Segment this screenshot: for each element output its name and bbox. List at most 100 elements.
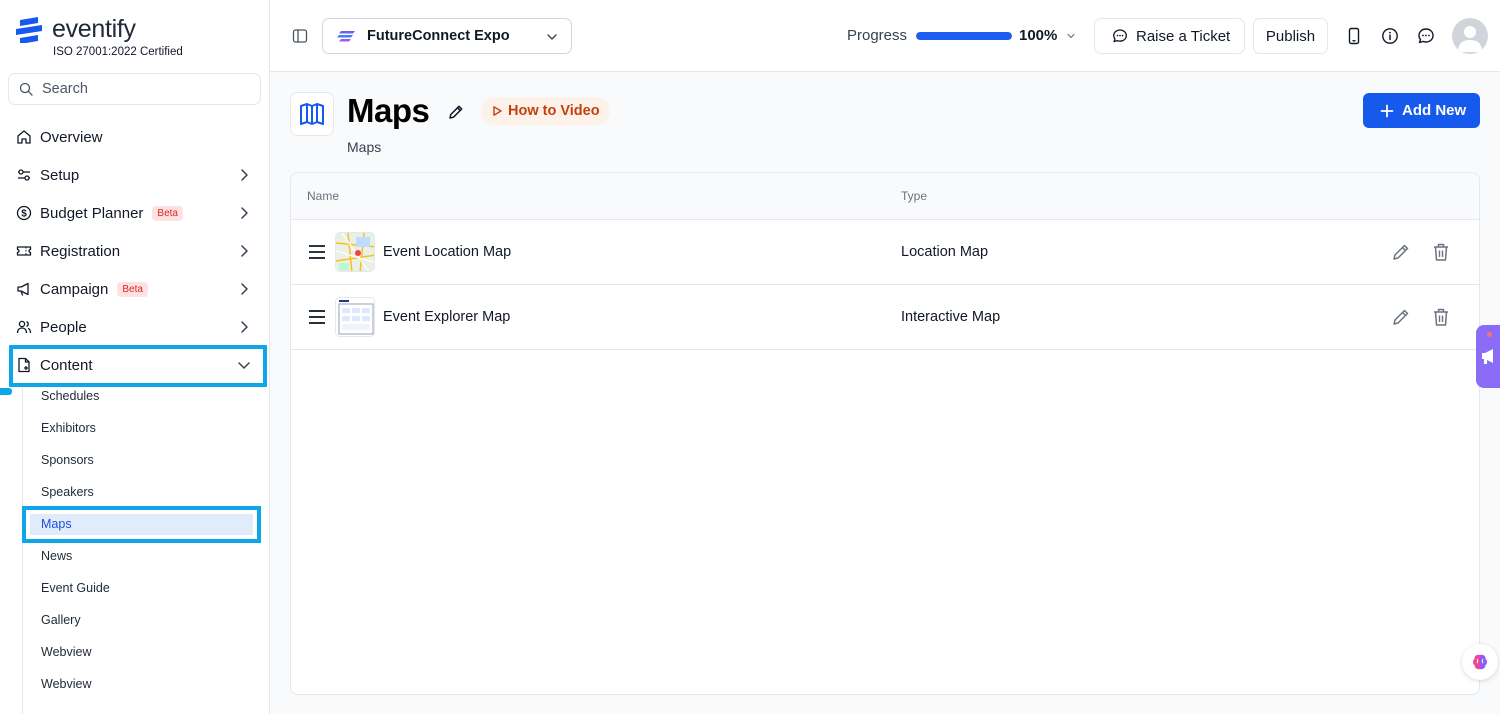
eventify-logo-icon xyxy=(16,16,42,43)
chevron-right-icon xyxy=(241,169,248,181)
breadcrumb: Maps xyxy=(347,139,382,155)
beta-badge: Beta xyxy=(152,205,183,221)
sidebar-item-setup[interactable]: Setup xyxy=(16,160,256,190)
certification-label: ISO 27001:2022 Certified xyxy=(53,46,183,58)
table-row[interactable]: Event Explorer Map Interactive Map xyxy=(291,285,1479,350)
sidebar-item-registration[interactable]: Registration xyxy=(16,236,256,266)
sidebar-item-label: Campaign xyxy=(40,280,109,298)
map-thumbnail xyxy=(335,297,375,337)
messages-icon[interactable] xyxy=(1417,27,1435,45)
drag-handle-icon[interactable] xyxy=(308,244,326,260)
trash-icon[interactable] xyxy=(1432,242,1450,262)
add-new-button[interactable]: Add New xyxy=(1363,93,1480,128)
page-icon xyxy=(290,92,334,136)
sidebar-item-label: Overview xyxy=(40,128,103,146)
megaphone-icon xyxy=(17,282,29,296)
pencil-icon[interactable] xyxy=(447,103,465,121)
chat-bubble-icon xyxy=(1113,29,1127,43)
topbar: FutureConnect Expo Progress 100% Raise a… xyxy=(270,0,1500,72)
progress-value: 100% xyxy=(1019,27,1058,44)
user-icon xyxy=(1458,26,1482,52)
sidebar-subitem-schedules[interactable]: Schedules xyxy=(41,389,99,403)
chevron-down-icon xyxy=(238,362,250,369)
progress-label: Progress xyxy=(847,27,908,44)
add-new-label: Add New xyxy=(1402,102,1467,119)
sidebar-item-label: Registration xyxy=(40,242,121,260)
main-content: Maps How to Video Maps Add New Name Type xyxy=(270,72,1500,714)
column-header-type: Type xyxy=(901,189,928,203)
sidebar-toggle-icon[interactable] xyxy=(292,28,308,44)
sliders-icon xyxy=(18,169,30,181)
map-icon xyxy=(300,103,324,125)
sidebar-subitem-sponsors[interactable]: Sponsors xyxy=(41,453,94,467)
plus-icon xyxy=(1380,104,1394,117)
home-icon xyxy=(17,130,31,144)
event-logo-icon xyxy=(337,31,355,42)
search-box[interactable] xyxy=(8,73,261,105)
sidebar-subitem-webview[interactable]: Webview xyxy=(41,677,91,691)
play-icon xyxy=(493,106,502,116)
sidebar-item-label: Setup xyxy=(40,166,80,184)
search-icon xyxy=(19,82,33,96)
page-title: Maps xyxy=(347,92,430,129)
map-name: Event Explorer Map xyxy=(383,309,511,325)
ai-assistant-button[interactable] xyxy=(1462,644,1498,680)
raise-ticket-button[interactable]: Raise a Ticket xyxy=(1094,18,1245,54)
submenu-divider xyxy=(22,388,23,714)
sidebar-item-campaign[interactable]: Campaign Beta xyxy=(16,274,256,304)
sidebar-item-content[interactable]: Content xyxy=(16,350,256,380)
floor-plan-thumbnail-image xyxy=(336,298,374,336)
trash-icon[interactable] xyxy=(1432,307,1450,327)
info-icon[interactable] xyxy=(1381,27,1399,45)
how-to-video-label: How to Video xyxy=(508,103,600,119)
chevron-right-icon xyxy=(241,207,248,219)
publish-button[interactable]: Publish xyxy=(1253,18,1328,54)
map-thumbnail xyxy=(335,232,375,272)
brain-icon xyxy=(1473,654,1487,670)
column-header-name: Name xyxy=(307,189,340,203)
map-type: Location Map xyxy=(901,244,989,260)
progress-fill xyxy=(916,32,1012,40)
sidebar-item-people[interactable]: People xyxy=(16,312,256,342)
sidebar-item-budget-planner[interactable]: $ Budget Planner Beta xyxy=(16,198,256,228)
svg-text:$: $ xyxy=(21,209,27,220)
sidebar-subitem-news[interactable]: News xyxy=(41,549,72,563)
sidebar-subitem-event-guide[interactable]: Event Guide xyxy=(41,581,110,595)
brand-logo[interactable]: eventify xyxy=(16,15,136,44)
search-input[interactable] xyxy=(42,81,242,97)
sidebar-item-overview[interactable]: Overview xyxy=(16,122,256,152)
beta-badge: Beta xyxy=(117,281,148,297)
sidebar-subitem-exhibitors[interactable]: Exhibitors xyxy=(41,421,96,435)
sidebar-item-label: Content xyxy=(40,356,93,374)
sidebar-subitem-webview[interactable]: Webview xyxy=(41,645,91,659)
maps-table: Name Type Event Location Map Location Ma… xyxy=(290,172,1480,695)
chevron-down-icon[interactable] xyxy=(1066,31,1076,41)
sidebar-subitem-gallery[interactable]: Gallery xyxy=(41,613,81,627)
table-row[interactable]: Event Location Map Location Map xyxy=(291,220,1479,285)
brand-name: eventify xyxy=(52,15,136,43)
progress-bar xyxy=(916,32,1012,40)
location-map-thumbnail-image xyxy=(336,233,374,271)
mobile-preview-icon[interactable] xyxy=(1346,27,1362,45)
edit-icon[interactable] xyxy=(1391,242,1411,262)
user-avatar[interactable] xyxy=(1452,18,1488,54)
dollar-circle-icon: $ xyxy=(16,205,32,221)
map-name: Event Location Map xyxy=(383,244,512,260)
notification-dot xyxy=(1487,332,1492,337)
event-selector[interactable]: FutureConnect Expo xyxy=(322,18,572,54)
table-header: Name Type xyxy=(291,173,1479,220)
users-icon xyxy=(16,320,32,334)
sidebar-subitem-maps[interactable]: Maps xyxy=(41,517,72,531)
map-type: Interactive Map xyxy=(901,309,1001,325)
how-to-video-button[interactable]: How to Video xyxy=(481,97,610,125)
edit-icon[interactable] xyxy=(1391,307,1411,327)
sidebar-subitem-speakers[interactable]: Speakers xyxy=(41,485,94,499)
sidebar: eventify ISO 27001:2022 Certified Overvi… xyxy=(0,0,270,714)
chevron-right-icon xyxy=(241,245,248,257)
event-name: FutureConnect Expo xyxy=(367,28,510,44)
raise-ticket-label: Raise a Ticket xyxy=(1136,27,1231,45)
drag-handle-icon[interactable] xyxy=(308,309,326,325)
active-indicator xyxy=(0,388,12,395)
chevron-right-icon xyxy=(241,321,248,333)
sidebar-item-label: People xyxy=(40,318,87,336)
